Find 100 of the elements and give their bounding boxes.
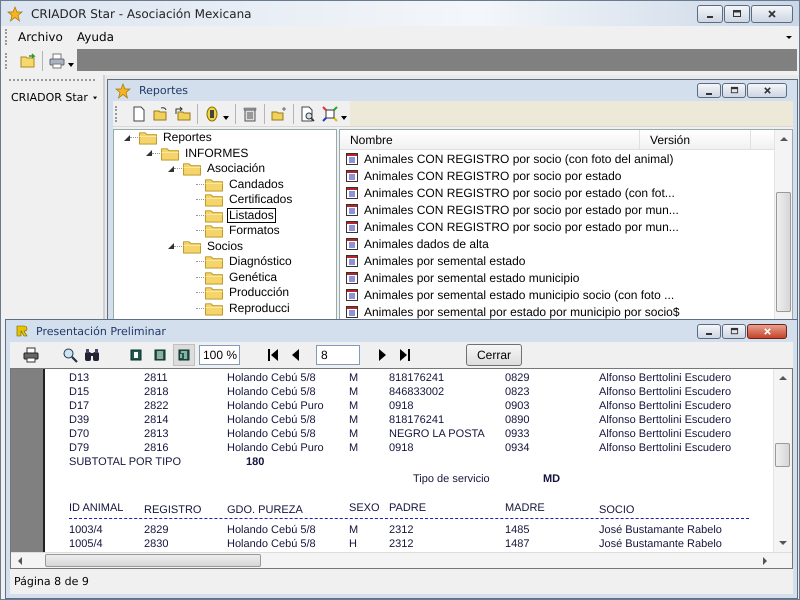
- caret-icon[interactable]: [341, 116, 347, 120]
- report-cell-text: M: [349, 400, 360, 412]
- star-logo-icon: [115, 82, 131, 98]
- report-column-header: SEXO: [349, 501, 381, 514]
- folder-icon: [160, 146, 180, 161]
- column-header[interactable]: Nombre: [340, 130, 640, 149]
- report-list-item[interactable]: Animales por semental por estado por municipio por socio$: [364, 304, 680, 318]
- report-list-item[interactable]: Animales CON REGISTRO por socio por estado: [364, 168, 622, 182]
- report-list-item[interactable]: Animales CON REGISTRO por socio (con foto del animal): [364, 152, 674, 166]
- page-magnifier-icon[interactable]: [300, 106, 316, 122]
- report-list-item[interactable]: Animales por semental estado municipio: [364, 270, 580, 284]
- tree-item[interactable]: Socios: [205, 238, 246, 254]
- scroll-up-icon[interactable]: [778, 375, 786, 381]
- folder-icon: [204, 176, 224, 192]
- maximize-button[interactable]: [724, 4, 750, 22]
- report-list-item[interactable]: Animales dados de alta: [364, 236, 489, 250]
- horizontal-scrollbar[interactable]: [11, 552, 792, 568]
- close-button[interactable]: [751, 4, 793, 22]
- maximize-button[interactable]: [722, 83, 746, 98]
- vertical-scrollbar[interactable]: [773, 369, 791, 552]
- folder-icon: [204, 254, 224, 270]
- scroll-right-icon[interactable]: [762, 556, 768, 564]
- page-number-field[interactable]: 8: [316, 345, 360, 365]
- tree-item[interactable]: INFORMES: [183, 146, 250, 161]
- folder-icon: [138, 130, 158, 146]
- tree-item[interactable]: Genética: [227, 270, 280, 285]
- minimize-button[interactable]: [697, 4, 723, 22]
- column-header[interactable]: Versión: [640, 130, 751, 149]
- figure-icon[interactable]: [204, 106, 220, 122]
- tree-item[interactable]: Asociación: [205, 161, 268, 176]
- report-cell-text: 0829: [505, 372, 530, 384]
- page-view-button[interactable]: [173, 344, 195, 366]
- scroll-thumb[interactable]: [45, 554, 261, 567]
- zoom-field[interactable]: 100 %: [199, 345, 240, 365]
- trash-icon[interactable]: [242, 106, 258, 122]
- expander-icon[interactable]: [124, 134, 130, 141]
- tree-item[interactable]: Reportes: [161, 130, 214, 146]
- binoculars-icon[interactable]: [84, 347, 100, 363]
- scroll-thumb[interactable]: [776, 192, 791, 312]
- fit-arrows-icon[interactable]: [322, 106, 338, 122]
- scroll-down-icon[interactable]: [778, 540, 786, 546]
- menu-item[interactable]: Archivo: [18, 30, 63, 44]
- tree-item[interactable]: Diagnóstico: [227, 254, 294, 270]
- scroll-up-icon[interactable]: [780, 136, 788, 142]
- report-cell-text: D39: [69, 414, 90, 426]
- maximize-button[interactable]: [722, 324, 746, 338]
- report-cell-text: Alfonso Berttolini Escudero: [599, 400, 732, 412]
- page-view-icon: [154, 349, 166, 361]
- tree-item[interactable]: Reproducci: [227, 300, 292, 316]
- folder-sparkle-icon[interactable]: [271, 106, 287, 122]
- last-page-icon[interactable]: [400, 349, 410, 361]
- scroll-left-icon[interactable]: [17, 556, 23, 564]
- report-cell-text: 2312: [389, 524, 414, 536]
- maximize-icon: [730, 86, 738, 95]
- maximize-icon: [732, 8, 742, 18]
- report-list-item[interactable]: Animales por semental estado municipio socio (con foto ...: [364, 288, 674, 302]
- scroll-thumb[interactable]: [775, 443, 790, 467]
- report-cell-text: 2816: [144, 442, 170, 454]
- expander-icon[interactable]: [168, 166, 174, 172]
- sidebar-menu-button[interactable]: CRIADOR Star: [7, 91, 97, 104]
- tree-item[interactable]: Listados: [227, 208, 276, 223]
- previous-page-icon[interactable]: [290, 349, 300, 361]
- close-button[interactable]: [747, 324, 787, 338]
- report-cell-text: M: [349, 414, 360, 426]
- report-list-item[interactable]: Animales CON REGISTRO por socio por estado (con fot...: [364, 186, 675, 200]
- minimize-icon: [707, 16, 713, 18]
- menu-item[interactable]: Ayuda: [76, 30, 114, 44]
- printer-icon[interactable]: [23, 347, 39, 363]
- first-page-icon[interactable]: [268, 349, 278, 361]
- tree-item[interactable]: Formatos: [227, 223, 282, 238]
- folder-arrow-icon[interactable]: [175, 106, 191, 122]
- report-cell-text: Holando Cebú 5/8: [227, 414, 317, 426]
- report-list-item[interactable]: Animales CON REGISTRO por socio por estado por mun...: [364, 202, 679, 216]
- close-button[interactable]: [747, 83, 787, 98]
- open-folder-icon[interactable]: [20, 53, 36, 69]
- caret-icon[interactable]: [223, 116, 229, 120]
- expander-icon[interactable]: [146, 150, 152, 156]
- report-icon: [346, 152, 358, 164]
- next-page-icon[interactable]: [378, 349, 388, 361]
- minimize-button[interactable]: [697, 324, 721, 338]
- close-preview-button[interactable]: Cerrar: [466, 344, 522, 366]
- search-icon[interactable]: [62, 347, 78, 363]
- caret-icon: [92, 96, 97, 100]
- expander-icon[interactable]: [168, 243, 174, 250]
- vertical-scrollbar[interactable]: [774, 130, 792, 321]
- new-document-icon[interactable]: [131, 106, 147, 122]
- caret-icon[interactable]: [68, 63, 74, 67]
- tree-item[interactable]: Certificados: [227, 192, 294, 208]
- open-folder-icon[interactable]: [153, 106, 169, 122]
- report-list-item[interactable]: Animales CON REGISTRO por socio por estado por mun...: [364, 220, 679, 234]
- report-cell-text: D17: [69, 400, 90, 412]
- folder-icon: [204, 208, 224, 223]
- minimize-button[interactable]: [697, 83, 721, 98]
- tree-item[interactable]: Candados: [227, 176, 286, 192]
- report-cell-text: Holando Cebú Puro: [227, 442, 325, 454]
- star-logo-icon: [7, 6, 23, 22]
- tree-item[interactable]: Producción: [227, 285, 292, 300]
- report-list-item[interactable]: Animales por semental estado: [364, 254, 526, 268]
- report-icon: [346, 220, 358, 232]
- folder-icon: [204, 300, 224, 316]
